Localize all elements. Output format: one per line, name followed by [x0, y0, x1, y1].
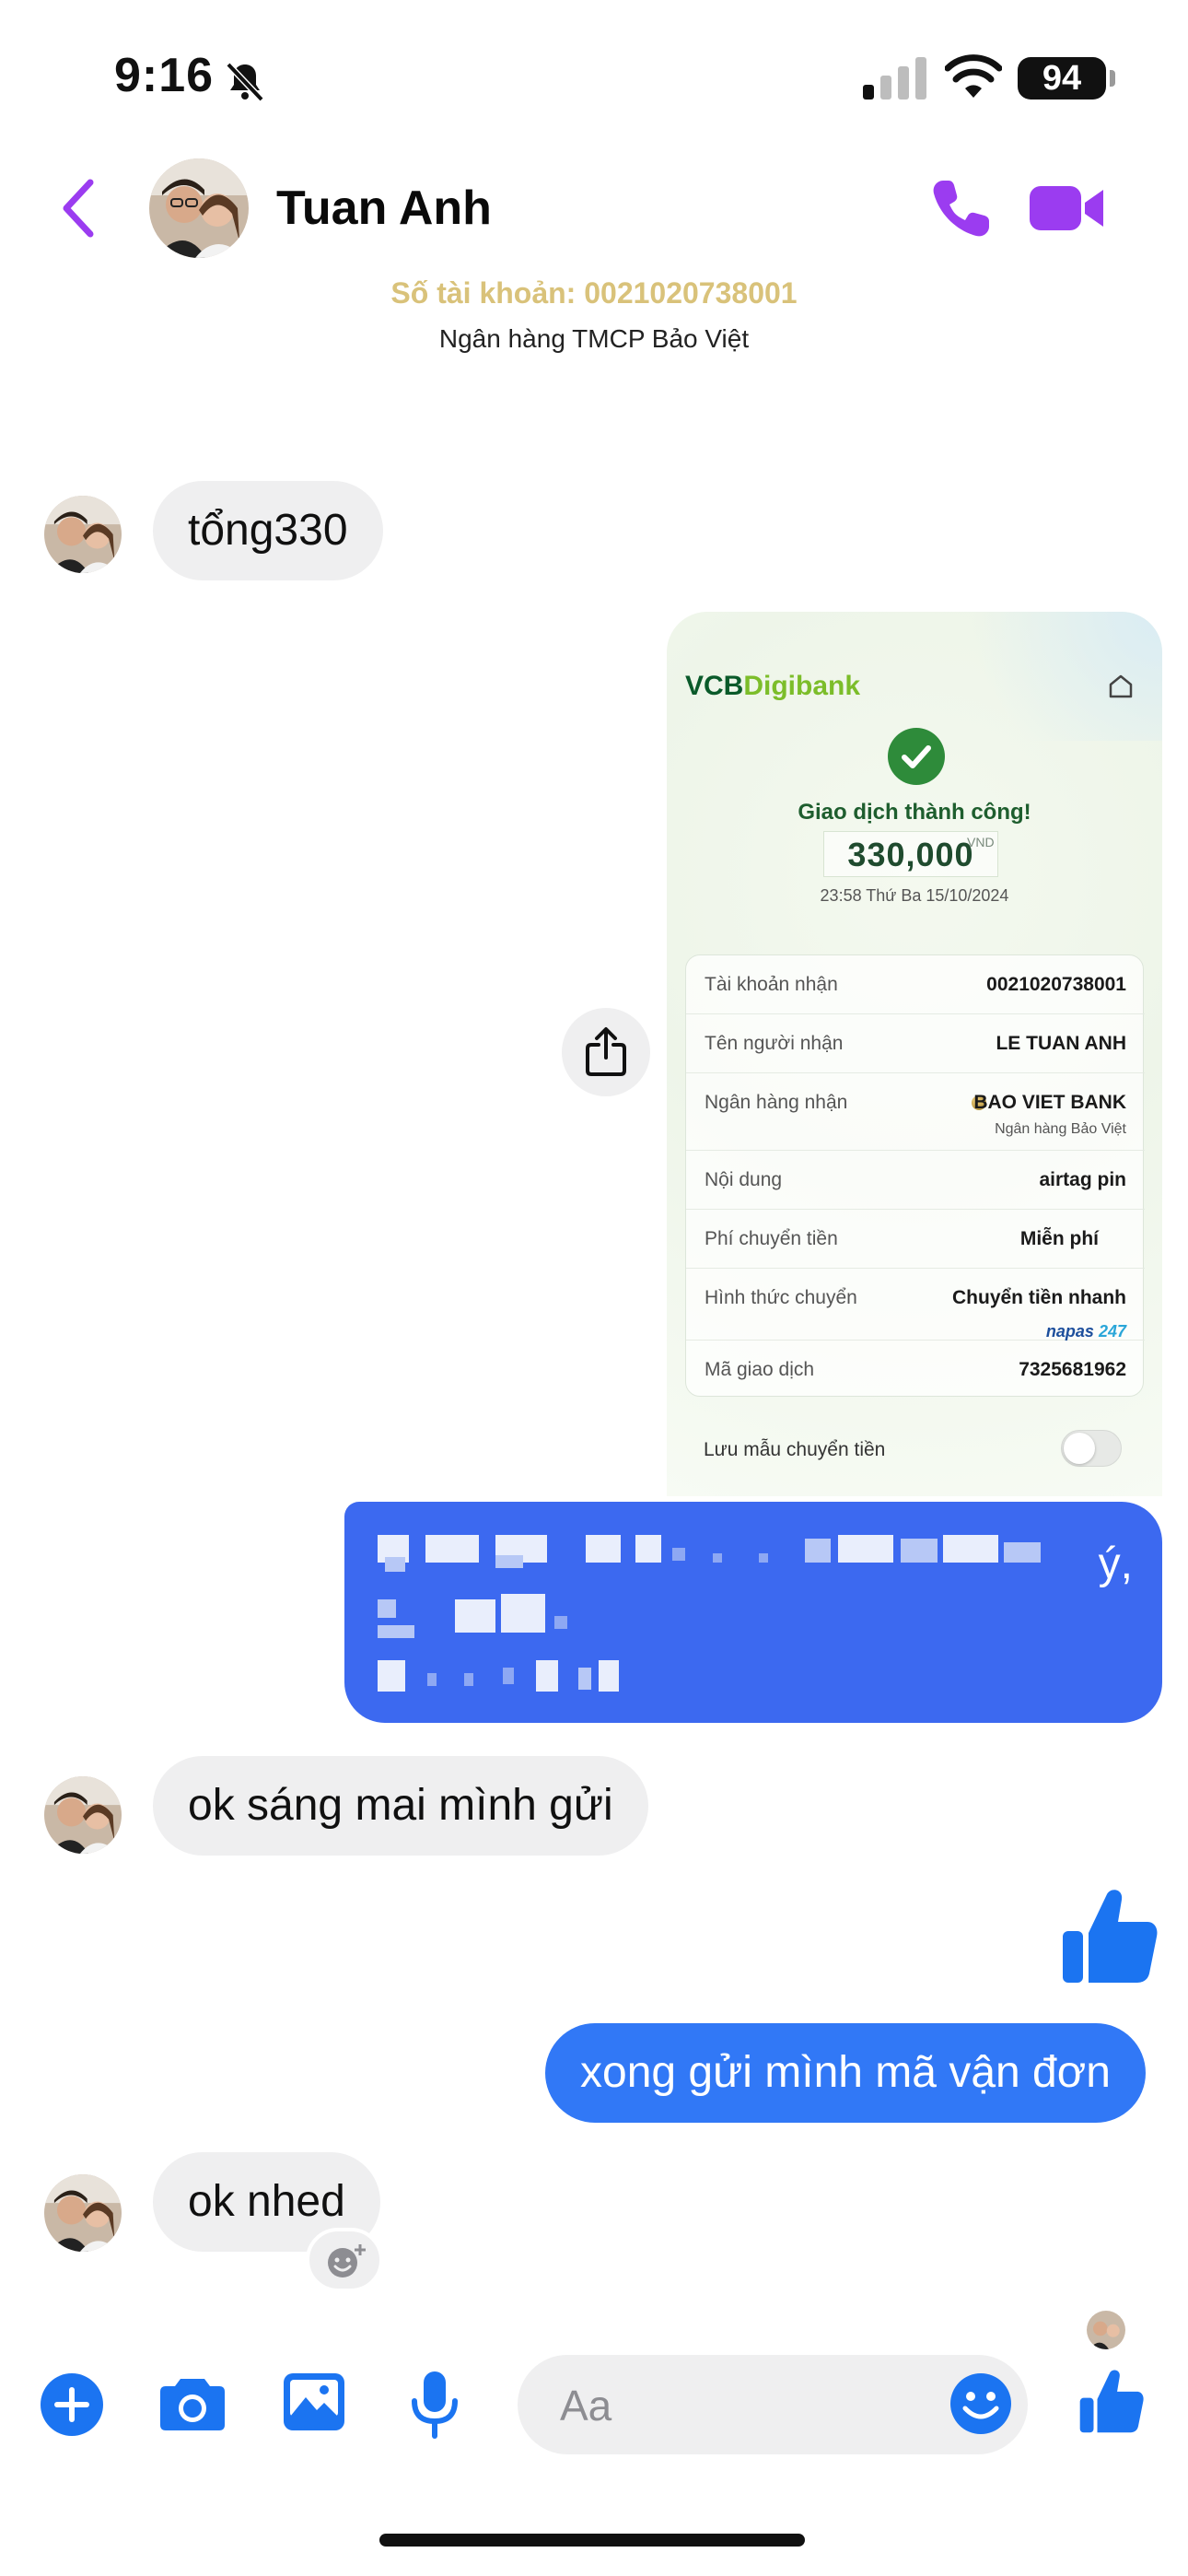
detail-label: Nội dung [705, 1169, 783, 1190]
battery-cap [1110, 70, 1115, 87]
emoji-icon[interactable] [949, 2371, 1013, 2436]
detail-value: 7325681962 [1019, 1359, 1126, 1380]
detail-label: Mã giao dịch [705, 1359, 815, 1380]
message-input-placeholder: Aa [560, 2382, 612, 2430]
previous-image-bank-text: Ngân hàng TMCP Bảo Việt [438, 324, 750, 353]
transfer-receipt-image[interactable]: VCBDigibank Giao dịch thành công! 330,00… [667, 612, 1162, 1496]
cellular-signal-icon [863, 57, 926, 100]
detail-label: Tên người nhận [705, 1033, 844, 1054]
add-attachment-button[interactable] [41, 2373, 103, 2436]
photo-gallery-icon[interactable] [282, 2371, 346, 2432]
thumbs-up-icon[interactable] [1077, 2366, 1146, 2436]
detail-label: Phí chuyển tiền [705, 1228, 838, 1249]
detail-value: Miễn phí [1019, 1228, 1099, 1249]
contact-name[interactable]: Tuan Anh [276, 181, 492, 236]
add-reaction-button[interactable] [306, 2228, 383, 2292]
contact-avatar[interactable] [149, 158, 249, 258]
detail-value: BAO VIET BANK [973, 1092, 1126, 1113]
toggle-knob [1064, 1433, 1095, 1464]
battery-indicator: 94 [1018, 57, 1106, 100]
share-icon [586, 1027, 626, 1076]
detail-row: Tên người nhận LE TUAN ANH [686, 1014, 1145, 1073]
transfer-details: Tài khoản nhận 0021020738001 Tên người n… [685, 954, 1145, 1399]
back-chevron-icon[interactable] [55, 175, 101, 241]
napas-247-logo: napas 247 [1045, 1322, 1126, 1341]
sender-avatar[interactable] [44, 496, 122, 573]
transfer-datetime: 23:58 Thứ Ba 15/10/2024 [820, 886, 1009, 905]
seen-receipt-avatar [1087, 2311, 1125, 2349]
success-title: Giao dịch thành công! [798, 800, 1031, 825]
sender-avatar[interactable] [44, 2174, 122, 2252]
detail-subvalue: Ngân hàng Bảo Việt [995, 1121, 1126, 1137]
wifi-icon [945, 54, 1002, 98]
message-outgoing-pixelated[interactable]: ý, [344, 1502, 1162, 1723]
detail-row: Tài khoản nhận 0021020738001 [686, 955, 1145, 1014]
save-template-toggle[interactable] [1061, 1430, 1122, 1467]
message-outgoing[interactable]: xong gửi mình mã vận đơn [545, 2023, 1146, 2123]
detail-value: 0021020738001 [986, 974, 1126, 995]
detail-value: Chuyển tiền nhanh [952, 1287, 1126, 1308]
save-template-label: Lưu mẫu chuyển tiền [704, 1439, 886, 1460]
vcb-digibank-logo: VCBDigibank [685, 671, 861, 701]
detail-value: airtag pin [1039, 1169, 1126, 1190]
phone-call-icon[interactable] [930, 177, 993, 240]
thumbs-up-sent-icon[interactable] [1059, 1885, 1160, 1986]
add-reaction-icon [328, 2244, 366, 2277]
share-button[interactable] [562, 1008, 650, 1096]
message-visible-fragment: ý, [1098, 1540, 1133, 1588]
detail-row: Ngân hàng nhận BAO VIET BANK Ngân hàng B… [686, 1073, 1145, 1151]
message-incoming[interactable]: ok sáng mai mình gửi [153, 1756, 648, 1856]
success-check-icon [888, 728, 945, 785]
bell-muted-icon [226, 62, 264, 102]
camera-icon[interactable] [158, 2375, 227, 2432]
detail-row: Hình thức chuyển Chuyển tiền nhanh napas… [686, 1269, 1145, 1341]
plus-icon [54, 2387, 89, 2422]
detail-label: Hình thức chuyển [705, 1287, 857, 1308]
microphone-icon[interactable] [409, 2370, 460, 2440]
home-icon [1109, 674, 1133, 698]
status-time: 9:16 [114, 49, 215, 102]
sender-avatar[interactable] [44, 1776, 122, 1854]
detail-label: Ngân hàng nhận [705, 1092, 848, 1113]
detail-row: Phí chuyển tiền Miễn phí [686, 1210, 1145, 1269]
home-indicator[interactable] [379, 2534, 805, 2547]
detail-row: Mã giao dịch 7325681962 [686, 1341, 1145, 1399]
detail-label: Tài khoản nhận [705, 974, 838, 995]
detail-row: Nội dung airtag pin [686, 1151, 1145, 1210]
status-bar: 9:16 94 [0, 0, 1188, 147]
currency-label: VND [967, 835, 995, 849]
video-call-icon[interactable] [1030, 182, 1105, 234]
message-incoming[interactable]: tổng330 [153, 481, 383, 580]
previous-image-account-text: Số tài khoản: 0021020738001 [390, 276, 798, 310]
detail-value: LE TUAN ANH [996, 1033, 1126, 1054]
